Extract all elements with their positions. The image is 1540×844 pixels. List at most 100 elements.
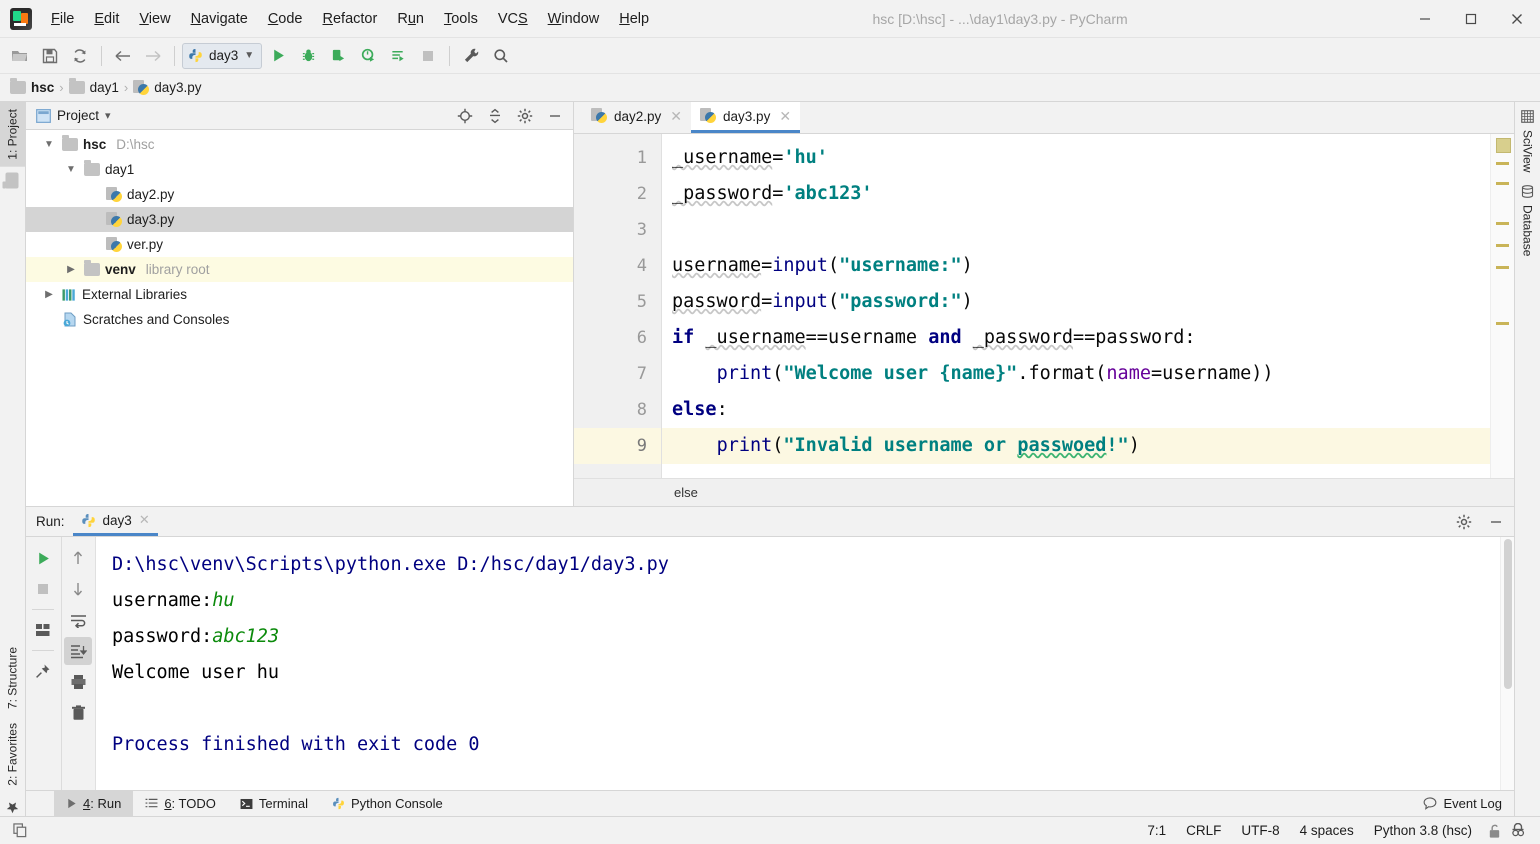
code-line[interactable]: _password='abc123' bbox=[662, 176, 1490, 212]
tool-window-tab-4--run[interactable]: 4: Run bbox=[54, 790, 134, 817]
tree-node-day2-py[interactable]: day2.py bbox=[26, 182, 573, 207]
back-arrow-icon[interactable] bbox=[109, 43, 137, 69]
error-marker-strip[interactable] bbox=[1490, 134, 1514, 478]
menu-item-vcs[interactable]: VCS bbox=[489, 7, 537, 31]
inspection-status-icon[interactable] bbox=[1496, 138, 1511, 153]
inspector-icon[interactable] bbox=[1506, 820, 1530, 842]
project-tree[interactable]: ▼ hsc D:\hsc ▼ day1 day2.py day3.py ver.py ▶ venv… bbox=[26, 130, 573, 506]
gear-icon[interactable] bbox=[513, 105, 537, 127]
warning-marker[interactable] bbox=[1496, 244, 1509, 247]
pin-icon[interactable] bbox=[29, 657, 57, 685]
minimize-button[interactable] bbox=[1402, 0, 1448, 38]
close-icon[interactable]: ✕ bbox=[779, 108, 791, 125]
menu-item-help[interactable]: Help bbox=[610, 7, 658, 31]
tree-node-hsc[interactable]: ▼ hsc D:\hsc bbox=[26, 132, 573, 157]
status-indent[interactable]: 4 spaces bbox=[1290, 823, 1364, 838]
layout-icon[interactable] bbox=[29, 616, 57, 644]
chevron-down-icon[interactable]: ▾ bbox=[105, 109, 111, 122]
tree-node-ver-py[interactable]: ver.py bbox=[26, 232, 573, 257]
menu-bar[interactable]: File Edit View Navigate Code Refactor Run Tools… bbox=[42, 7, 658, 31]
tree-node-day3-py[interactable]: day3.py bbox=[26, 207, 573, 232]
breadcrumb-item-day3-py[interactable]: day3.py bbox=[133, 79, 202, 96]
menu-item-navigate[interactable]: Navigate bbox=[182, 7, 257, 31]
code-line[interactable]: print("Welcome user {name}".format(name=… bbox=[662, 356, 1490, 392]
warning-marker[interactable] bbox=[1496, 162, 1509, 165]
run-tab-day3[interactable]: day3 ✕ bbox=[72, 507, 158, 536]
tree-node-day1[interactable]: ▼ day1 bbox=[26, 157, 573, 182]
print-icon[interactable] bbox=[64, 668, 92, 696]
chevron-right-icon[interactable]: ▶ bbox=[41, 289, 57, 300]
code-line[interactable]: if _username==username and _password==pa… bbox=[662, 320, 1490, 356]
line-number[interactable]: 3 bbox=[574, 212, 661, 248]
menu-item-run[interactable]: Run bbox=[388, 7, 433, 31]
breadcrumb-item-day1[interactable]: day1 bbox=[68, 78, 119, 95]
menu-item-edit[interactable]: Edit bbox=[85, 7, 128, 31]
line-number[interactable]: 6 bbox=[574, 320, 661, 356]
line-number[interactable]: 2 bbox=[574, 176, 661, 212]
line-number[interactable]: 4 bbox=[574, 248, 661, 284]
run-icon[interactable] bbox=[264, 43, 292, 69]
sidebar-item-project[interactable]: 1: Project bbox=[0, 102, 25, 167]
close-button[interactable] bbox=[1494, 0, 1540, 38]
warning-marker[interactable] bbox=[1496, 322, 1509, 325]
menu-item-tools[interactable]: Tools bbox=[435, 7, 487, 31]
trash-icon[interactable] bbox=[64, 699, 92, 727]
warning-marker[interactable] bbox=[1496, 182, 1509, 185]
tool-window-tab-6--todo[interactable]: 6: TODO bbox=[133, 791, 228, 817]
profile-icon[interactable] bbox=[354, 43, 382, 69]
editor-tab-day2-py[interactable]: day2.py ✕ bbox=[582, 102, 691, 133]
soft-wrap-icon[interactable] bbox=[64, 606, 92, 634]
sidebar-item-structure[interactable]: 7: Structure bbox=[0, 640, 25, 716]
code-line[interactable]: username=input("username:") bbox=[662, 248, 1490, 284]
sidebar-item-favorites[interactable]: 2: Favorites bbox=[0, 716, 25, 793]
status-encoding[interactable]: UTF-8 bbox=[1231, 823, 1289, 838]
status-caret-position[interactable]: 7:1 bbox=[1137, 823, 1176, 838]
chevron-down-icon[interactable]: ▼ bbox=[41, 139, 57, 150]
tree-node-venv[interactable]: ▶ venv library root bbox=[26, 257, 573, 282]
warning-marker[interactable] bbox=[1496, 266, 1509, 269]
line-number[interactable]: 9 bbox=[574, 428, 661, 464]
event-log-button[interactable]: Event Log bbox=[1411, 791, 1514, 817]
code-line[interactable]: else: bbox=[662, 392, 1490, 428]
console-output[interactable]: D:\hsc\venv\Scripts\python.exe D:/hsc/da… bbox=[96, 537, 1500, 790]
debug-icon[interactable] bbox=[294, 43, 322, 69]
sync-icon[interactable] bbox=[66, 43, 94, 69]
status-interpreter[interactable]: Python 3.8 (hsc) bbox=[1364, 823, 1482, 838]
down-arrow-icon[interactable] bbox=[64, 575, 92, 603]
close-icon[interactable]: ✕ bbox=[139, 512, 150, 528]
chevron-down-icon[interactable]: ▼ bbox=[244, 50, 254, 61]
lock-icon[interactable] bbox=[1482, 820, 1506, 842]
editor-structure-breadcrumb[interactable]: else bbox=[574, 478, 1514, 506]
close-icon[interactable]: ✕ bbox=[670, 108, 682, 125]
search-icon[interactable] bbox=[487, 43, 515, 69]
hide-panel-icon[interactable] bbox=[543, 105, 567, 127]
menu-item-file[interactable]: File bbox=[42, 7, 83, 31]
breadcrumb-item-hsc[interactable]: hsc bbox=[10, 78, 54, 95]
copy-icon[interactable] bbox=[8, 820, 32, 842]
menu-item-refactor[interactable]: Refactor bbox=[314, 7, 387, 31]
line-number[interactable]: 5 bbox=[574, 284, 661, 320]
locate-target-icon[interactable] bbox=[453, 105, 477, 127]
tool-window-tab-python-console[interactable]: Python Console bbox=[320, 791, 455, 817]
sidebar-item-sciview[interactable]: SciView bbox=[1515, 123, 1540, 179]
run-coverage-icon[interactable] bbox=[324, 43, 352, 69]
save-icon[interactable] bbox=[36, 43, 64, 69]
tool-window-tab-terminal[interactable]: Terminal bbox=[228, 791, 320, 817]
chevron-right-icon[interactable]: ▶ bbox=[63, 264, 79, 275]
menu-item-window[interactable]: Window bbox=[539, 7, 609, 31]
sidebar-item-database[interactable]: Database bbox=[1515, 198, 1540, 263]
tree-node-scratches-and-consoles[interactable]: Scratches and Consoles bbox=[26, 307, 573, 332]
line-number[interactable]: 1 bbox=[574, 140, 661, 176]
up-arrow-icon[interactable] bbox=[64, 544, 92, 572]
status-line-separator[interactable]: CRLF bbox=[1176, 823, 1231, 838]
console-scrollbar[interactable] bbox=[1500, 537, 1514, 790]
rerun-icon[interactable] bbox=[29, 544, 57, 572]
run-configuration-selector[interactable]: day3 ▼ bbox=[182, 42, 263, 69]
editor-tab-day3-py[interactable]: day3.py ✕ bbox=[691, 102, 801, 133]
code-line-current[interactable]: print("Invalid username or passwoed!") bbox=[662, 428, 1490, 464]
collapse-all-icon[interactable] bbox=[483, 105, 507, 127]
chevron-down-icon[interactable]: ▼ bbox=[63, 164, 79, 175]
run-tests-icon[interactable] bbox=[384, 43, 412, 69]
menu-item-view[interactable]: View bbox=[130, 7, 179, 31]
settings-wrench-icon[interactable] bbox=[457, 43, 485, 69]
